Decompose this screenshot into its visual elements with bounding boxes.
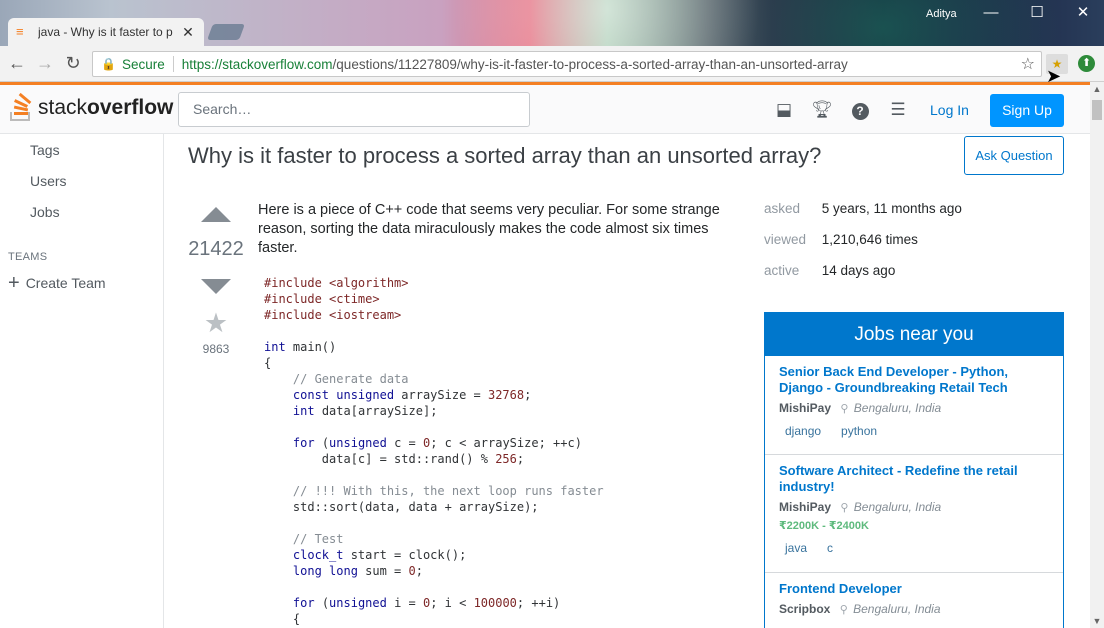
site-topbar: stack overflow Search… ⬓ 🏆︎ ? ☰ Log In Si…	[0, 82, 1090, 134]
secure-label: Secure	[121, 56, 165, 72]
job-listing[interactable]: Senior Back End Developer - Python, Djan…	[765, 356, 1063, 455]
job-tags: java c	[779, 539, 1049, 557]
question-title[interactable]: Why is it faster to process a sorted arr…	[188, 143, 821, 169]
job-location: Bengaluru, India	[853, 500, 942, 514]
stat-viewed-value: 1,210,646 times	[821, 232, 918, 247]
back-arrow-icon[interactable]: ←	[6, 52, 28, 74]
logo-text-light: stack	[38, 96, 88, 119]
search-input[interactable]: Search…	[178, 92, 530, 127]
create-team-link[interactable]: + Create Team	[8, 272, 106, 294]
scroll-thumb[interactable]	[1092, 100, 1102, 120]
location-pin-icon: ⚲	[839, 604, 848, 616]
site-switcher-icon[interactable]: ☰	[887, 99, 909, 121]
page-scrollbar[interactable]: ▲ ▼	[1090, 82, 1104, 628]
job-title[interactable]: Frontend Developer	[779, 581, 1049, 597]
stackoverflow-logo-icon	[8, 92, 34, 123]
address-bar[interactable]: 🔒 Secure https://stackoverflow.com /ques…	[92, 51, 1042, 77]
profile-name[interactable]: Aditya	[926, 8, 957, 20]
left-sidebar: Tags Users Jobs TEAMS + Create Team	[0, 134, 164, 628]
scroll-up-icon[interactable]: ▲	[1090, 82, 1104, 96]
question-body: Here is a piece of C++ code that seems v…	[258, 202, 720, 256]
lock-icon: 🔒	[101, 57, 116, 71]
minimize-icon[interactable]: —	[976, 2, 1006, 24]
tag[interactable]: c	[821, 539, 839, 557]
plus-icon: +	[8, 272, 20, 294]
job-listing[interactable]: Software Architect - Redefine the retail…	[765, 455, 1063, 573]
tag[interactable]: django	[779, 422, 827, 440]
signup-button[interactable]: Sign Up	[990, 94, 1064, 127]
job-tags: django python	[779, 422, 1049, 440]
job-company: MishiPay	[779, 401, 832, 415]
vote-count: 21422	[188, 238, 244, 260]
stat-asked-label: asked	[764, 201, 801, 216]
sidebar-item-jobs[interactable]: Jobs	[30, 204, 60, 220]
location-pin-icon: ⚲	[840, 403, 849, 415]
stat-active-label: active	[764, 263, 800, 278]
url-host: https://stackoverflow.com	[181, 56, 333, 72]
bookmark-star-icon[interactable]: ☆	[1021, 54, 1035, 74]
favorite-count: 9863	[202, 342, 230, 356]
stackoverflow-favicon-icon: ≡	[16, 24, 24, 39]
job-meta: Scripbox ⚲ Bengaluru, India	[779, 602, 1049, 616]
sidebar-item-users[interactable]: Users	[30, 173, 67, 189]
inbox-icon[interactable]: ⬓	[773, 99, 795, 121]
help-icon[interactable]: ?	[849, 99, 871, 121]
code-block: #include <algorithm> #include <ctime> #i…	[264, 276, 604, 626]
stat-viewed-label: viewed	[764, 232, 807, 247]
tag[interactable]: python	[835, 422, 883, 440]
maximize-icon[interactable]: ☐	[1022, 2, 1052, 24]
location-pin-icon: ⚲	[840, 502, 849, 514]
ask-question-button[interactable]: Ask Question	[964, 136, 1064, 175]
stat-active-value[interactable]: 14 days ago	[822, 263, 896, 278]
tab-close-icon[interactable]: ✕	[180, 24, 196, 41]
teams-heading: TEAMS	[8, 251, 48, 263]
omnibox-divider	[172, 56, 174, 72]
job-title[interactable]: Senior Back End Developer - Python, Djan…	[779, 364, 1049, 396]
stat-asked-value[interactable]: 5 years, 11 months ago	[822, 201, 962, 216]
sidebar-item-tags[interactable]: Tags	[30, 142, 60, 158]
jobs-header: Jobs near you	[765, 313, 1063, 356]
job-company: Scripbox	[779, 602, 831, 616]
tag[interactable]: java	[779, 539, 813, 557]
create-team-label: Create Team	[25, 275, 106, 291]
stat-active: active 14 days ago	[764, 263, 895, 278]
job-location: Bengaluru, India	[853, 602, 941, 616]
new-tab-button[interactable]	[207, 24, 245, 40]
upvote-arrow-icon[interactable]	[201, 207, 231, 222]
logo-text-bold: overflow	[87, 96, 174, 119]
stat-asked: asked 5 years, 11 months ago	[764, 201, 962, 216]
site-logo[interactable]: stack overflow	[8, 92, 174, 123]
achievements-trophy-icon[interactable]: 🏆︎	[811, 99, 833, 121]
job-salary: ₹2200K - ₹2400K	[779, 520, 869, 532]
jobs-panel: Jobs near you Senior Back End Developer …	[764, 312, 1064, 628]
job-meta: MishiPay ⚲ Bengaluru, India	[779, 401, 1049, 415]
reload-icon[interactable]: ↻	[62, 52, 84, 74]
job-title[interactable]: Software Architect - Redefine the retail…	[779, 463, 1049, 495]
favorite-star-icon[interactable]: ★	[200, 308, 232, 339]
close-window-icon[interactable]: ✕	[1068, 2, 1098, 24]
browser-toolbar: ← → ↻ 🔒 Secure https://stackoverflow.com…	[0, 46, 1104, 82]
stat-viewed: viewed 1,210,646 times	[764, 232, 918, 247]
tab-title: java - Why is it faster to p	[38, 25, 173, 39]
mouse-cursor-icon: ➤	[1046, 66, 1062, 86]
job-location: Bengaluru, India	[853, 401, 942, 415]
login-link[interactable]: Log In	[930, 102, 969, 118]
job-meta: MishiPay ⚲ Bengaluru, India	[779, 500, 1049, 514]
forward-arrow-icon[interactable]: →	[34, 52, 56, 74]
browser-tab[interactable]: ≡ java - Why is it faster to p ✕	[8, 18, 204, 46]
extension-update-icon[interactable]: ⬆	[1078, 55, 1095, 72]
url-path: /questions/11227809/why-is-it-faster-to-…	[332, 56, 848, 72]
scroll-down-icon[interactable]: ▼	[1090, 614, 1104, 628]
job-listing[interactable]: Frontend Developer Scripbox ⚲ Bengaluru,…	[765, 573, 1063, 628]
downvote-arrow-icon[interactable]	[201, 279, 231, 294]
job-company: MishiPay	[779, 500, 832, 514]
